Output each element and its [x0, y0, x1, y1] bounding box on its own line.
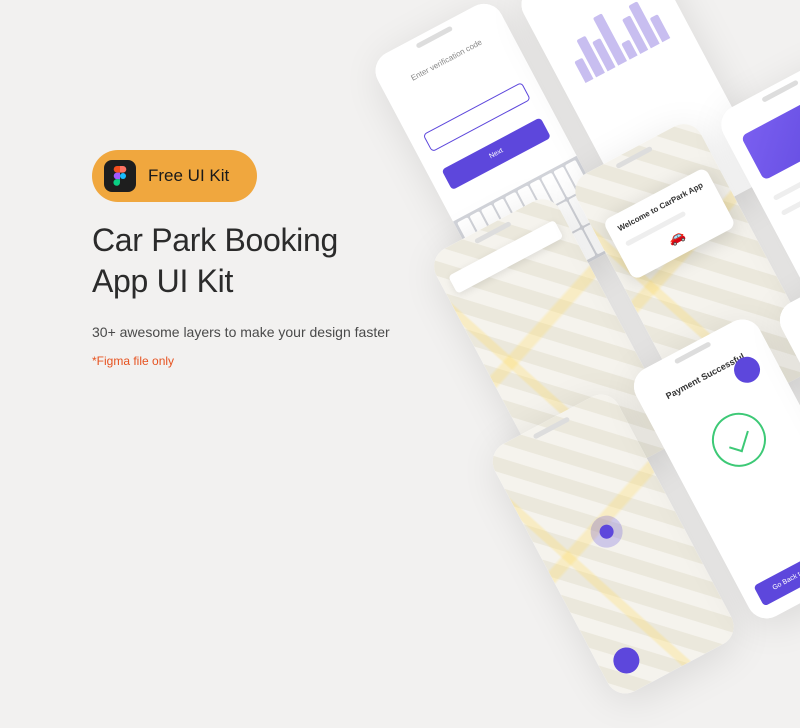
- badge-label: Free UI Kit: [148, 166, 229, 186]
- credit-card-icon: [741, 84, 800, 181]
- go-home-button: Go Back to Home Screen: [753, 534, 800, 607]
- title-line-1: Car Park Booking: [92, 222, 338, 258]
- figma-note: *Figma file only: [92, 354, 390, 368]
- page-title: Car Park Booking App UI Kit: [92, 220, 390, 302]
- title-line-2: App UI Kit: [92, 263, 233, 299]
- figma-icon: [104, 160, 136, 192]
- bar-chart-icon: [557, 0, 670, 83]
- page-subtitle: 30+ awesome layers to make your design f…: [92, 324, 390, 340]
- check-circle-icon: [702, 403, 775, 476]
- free-kit-badge: Free UI Kit: [92, 150, 257, 202]
- verification-hint: Enter verification code: [395, 30, 498, 91]
